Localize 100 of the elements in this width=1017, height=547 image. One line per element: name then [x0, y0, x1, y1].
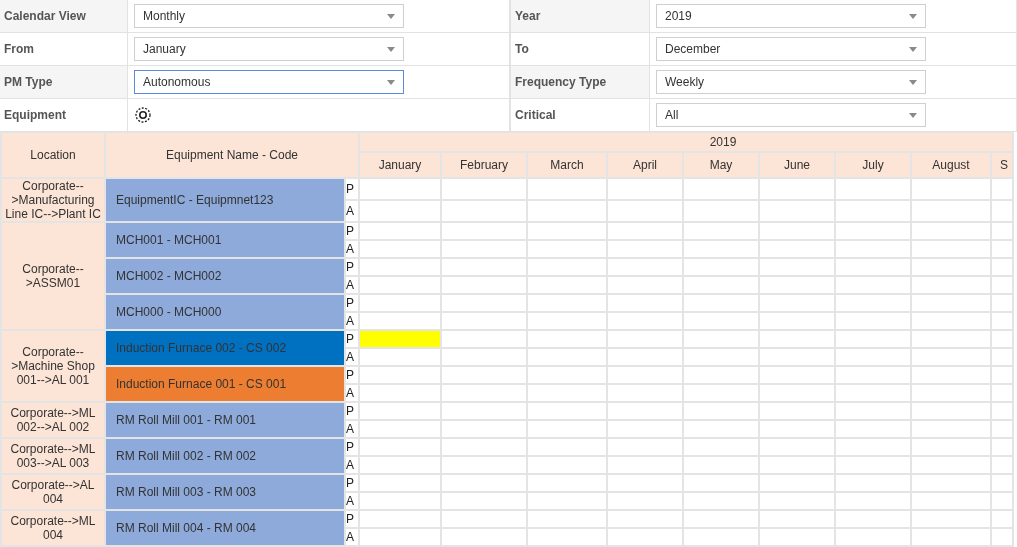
- dropdown-field[interactable]: Weekly: [656, 70, 926, 94]
- calendar-cell[interactable]: [528, 277, 606, 293]
- calendar-cell[interactable]: [360, 511, 440, 527]
- calendar-cell[interactable]: [608, 331, 682, 347]
- target-icon[interactable]: [134, 106, 152, 124]
- calendar-cell[interactable]: [442, 223, 526, 239]
- calendar-cell[interactable]: [684, 493, 758, 509]
- calendar-cell[interactable]: [360, 385, 440, 401]
- calendar-cell[interactable]: [912, 223, 990, 239]
- calendar-cell[interactable]: [912, 421, 990, 437]
- calendar-cell[interactable]: [608, 457, 682, 473]
- calendar-cell[interactable]: [528, 475, 606, 491]
- calendar-cell[interactable]: [528, 385, 606, 401]
- calendar-cell[interactable]: [836, 259, 910, 275]
- calendar-cell[interactable]: [528, 223, 606, 239]
- calendar-cell[interactable]: [760, 349, 834, 365]
- calendar-cell[interactable]: [760, 511, 834, 527]
- calendar-cell[interactable]: [760, 179, 834, 199]
- calendar-cell[interactable]: [528, 331, 606, 347]
- calendar-cell[interactable]: [912, 511, 990, 527]
- calendar-cell[interactable]: [528, 367, 606, 383]
- calendar-cell[interactable]: [760, 421, 834, 437]
- calendar-cell[interactable]: [836, 385, 910, 401]
- calendar-cell[interactable]: [836, 403, 910, 419]
- calendar-cell[interactable]: [836, 475, 910, 491]
- calendar-cell[interactable]: [684, 457, 758, 473]
- calendar-cell[interactable]: [442, 457, 526, 473]
- calendar-cell[interactable]: [528, 349, 606, 365]
- calendar-cell[interactable]: [992, 223, 1013, 239]
- calendar-cell[interactable]: [608, 367, 682, 383]
- calendar-cell[interactable]: [836, 223, 910, 239]
- calendar-cell[interactable]: [836, 277, 910, 293]
- calendar-cell[interactable]: [684, 179, 758, 199]
- calendar-cell[interactable]: [760, 475, 834, 491]
- calendar-cell[interactable]: [684, 295, 758, 311]
- calendar-cell[interactable]: [684, 313, 758, 329]
- calendar-cell[interactable]: [760, 223, 834, 239]
- calendar-cell[interactable]: [912, 349, 990, 365]
- calendar-cell[interactable]: [992, 179, 1013, 199]
- calendar-cell[interactable]: [360, 201, 440, 221]
- calendar-cell[interactable]: [684, 367, 758, 383]
- calendar-cell[interactable]: [912, 241, 990, 257]
- calendar-cell[interactable]: [528, 295, 606, 311]
- calendar-cell[interactable]: [992, 201, 1013, 221]
- calendar-cell[interactable]: [442, 313, 526, 329]
- calendar-cell[interactable]: [528, 529, 606, 545]
- calendar-cell[interactable]: [912, 295, 990, 311]
- dropdown-field[interactable]: January: [134, 37, 404, 61]
- calendar-cell[interactable]: [360, 313, 440, 329]
- calendar-cell[interactable]: [528, 439, 606, 455]
- equipment-cell[interactable]: RM Roll Mill 003 - RM 003: [106, 475, 344, 509]
- calendar-cell[interactable]: [528, 493, 606, 509]
- calendar-cell[interactable]: [360, 277, 440, 293]
- calendar-cell[interactable]: [528, 179, 606, 199]
- calendar-cell[interactable]: [992, 259, 1013, 275]
- calendar-cell[interactable]: [684, 331, 758, 347]
- calendar-cell[interactable]: [442, 179, 526, 199]
- dropdown-field[interactable]: Monthly: [134, 4, 404, 28]
- calendar-cell[interactable]: [684, 277, 758, 293]
- calendar-cell[interactable]: [912, 385, 990, 401]
- calendar-cell[interactable]: [760, 313, 834, 329]
- calendar-cell[interactable]: [442, 277, 526, 293]
- calendar-cell[interactable]: [684, 201, 758, 221]
- calendar-cell[interactable]: [608, 493, 682, 509]
- calendar-cell[interactable]: [760, 493, 834, 509]
- calendar-cell[interactable]: [528, 313, 606, 329]
- calendar-cell[interactable]: [992, 457, 1013, 473]
- calendar-cell[interactable]: [360, 223, 440, 239]
- calendar-cell[interactable]: [442, 295, 526, 311]
- calendar-cell[interactable]: [360, 349, 440, 365]
- calendar-cell[interactable]: [836, 493, 910, 509]
- calendar-cell[interactable]: [684, 439, 758, 455]
- calendar-cell[interactable]: [912, 493, 990, 509]
- calendar-cell[interactable]: [442, 403, 526, 419]
- calendar-cell[interactable]: [992, 529, 1013, 545]
- calendar-cell[interactable]: [992, 313, 1013, 329]
- calendar-cell[interactable]: [992, 277, 1013, 293]
- calendar-cell[interactable]: [528, 511, 606, 527]
- calendar-cell[interactable]: [912, 331, 990, 347]
- calendar-cell[interactable]: [442, 511, 526, 527]
- calendar-cell[interactable]: [760, 457, 834, 473]
- calendar-cell[interactable]: [360, 367, 440, 383]
- calendar-cell[interactable]: [608, 259, 682, 275]
- calendar-cell[interactable]: [836, 421, 910, 437]
- calendar-cell[interactable]: [608, 385, 682, 401]
- calendar-cell[interactable]: [528, 259, 606, 275]
- calendar-cell[interactable]: [608, 241, 682, 257]
- calendar-cell[interactable]: [360, 439, 440, 455]
- calendar-cell[interactable]: [442, 493, 526, 509]
- calendar-cell[interactable]: [760, 403, 834, 419]
- calendar-cell[interactable]: [442, 259, 526, 275]
- calendar-cell[interactable]: [836, 313, 910, 329]
- calendar-cell[interactable]: [608, 223, 682, 239]
- equipment-cell[interactable]: RM Roll Mill 001 - RM 001: [106, 403, 344, 437]
- calendar-cell[interactable]: [442, 331, 526, 347]
- calendar-cell[interactable]: [836, 529, 910, 545]
- dropdown-field[interactable]: All: [656, 103, 926, 127]
- calendar-cell[interactable]: [912, 439, 990, 455]
- calendar-cell[interactable]: [360, 421, 440, 437]
- dropdown-field[interactable]: December: [656, 37, 926, 61]
